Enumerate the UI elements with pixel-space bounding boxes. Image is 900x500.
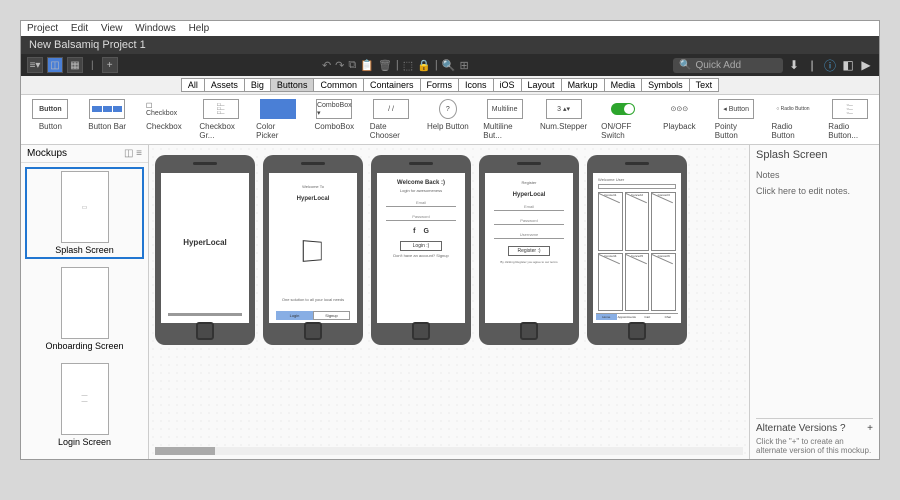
notes-hint[interactable]: Click here to edit notes. — [756, 186, 873, 196]
filter-common[interactable]: Common — [314, 78, 364, 92]
toolbar-dark: ≡▾ ◫ ▦ | + ↶ ↷ ⧉ 📋 🗑 | ⬚ 🔒 | 🔍 ⊞ 🔍Quick … — [21, 54, 879, 76]
copy-icon[interactable]: ⧉ — [348, 59, 356, 72]
mockup-phone-1[interactable]: HyperLocal — [155, 155, 255, 345]
app-window: Project Edit View Windows Help New Balsa… — [20, 20, 880, 460]
filter-containers[interactable]: Containers — [364, 78, 421, 92]
menu-edit[interactable]: Edit — [71, 23, 88, 34]
alt-versions-label: Alternate Versions ? — [756, 423, 846, 434]
sidebar-item-splash[interactable]: ▭ Splash Screen — [25, 167, 144, 259]
layout-thumb-icon[interactable]: ◫ — [47, 57, 63, 73]
help-icon[interactable]: ? — [840, 423, 846, 434]
sidebar-item-onboarding[interactable]: Onboarding Screen — [25, 263, 144, 355]
notes-label: Notes — [756, 170, 873, 180]
palette-combobox[interactable]: ComboBox ▾ComboBox — [313, 99, 356, 140]
menu-project[interactable]: Project — [27, 23, 58, 34]
group-icon[interactable]: ⬚ — [403, 59, 413, 72]
filter-markup[interactable]: Markup — [562, 78, 605, 92]
info-icon[interactable]: ⓘ — [823, 57, 837, 74]
undo-icon[interactable]: ↶ — [322, 59, 331, 72]
redo-icon[interactable]: ↷ — [335, 59, 344, 72]
palette-onoff-switch[interactable]: ON/OFF Switch — [601, 99, 644, 140]
project-title: New Balsamiq Project 1 — [21, 36, 879, 54]
alt-versions-hint: Click the "+" to create an alternate ver… — [756, 437, 873, 455]
filter-all[interactable]: All — [181, 78, 205, 92]
palette-multiline-button[interactable]: MultilineMultiline But... — [483, 99, 526, 140]
paste-icon[interactable]: 📋 — [360, 59, 374, 72]
palette-radio-group[interactable]: ○—○—○—Radio Button... — [828, 99, 871, 140]
sidebar-title: Mockups — [27, 148, 67, 159]
palette-num-stepper[interactable]: 3 ▴▾Num.Stepper — [540, 99, 587, 140]
palette-playback[interactable]: ⊙⊙⊙Playback — [658, 99, 701, 140]
search-icon[interactable]: 🔍 — [442, 59, 456, 72]
menubar: Project Edit View Windows Help — [21, 21, 879, 36]
palette-help-button[interactable]: ?Help Button — [426, 99, 469, 140]
delete-icon[interactable]: 🗑 — [378, 59, 392, 72]
sidebar-tools[interactable]: ◫ ≡ — [124, 148, 142, 159]
palette-date-chooser[interactable]: / /Date Chooser — [370, 99, 413, 140]
filter-assets[interactable]: Assets — [205, 78, 245, 92]
menu-windows[interactable]: Windows — [135, 23, 176, 34]
menu-help[interactable]: Help — [189, 23, 210, 34]
panel-icon[interactable]: ◧ — [841, 58, 855, 72]
palette-button[interactable]: ButtonButton — [29, 99, 72, 140]
selected-mockup-title: Splash Screen — [756, 149, 873, 161]
lock-icon[interactable]: 🔒 — [417, 59, 431, 72]
palette-button-bar[interactable]: Button Bar — [86, 99, 129, 140]
filter-text[interactable]: Text — [690, 78, 720, 92]
palette-radio-button[interactable]: ○ Radio ButtonRadio Button — [772, 99, 815, 140]
filter-forms[interactable]: Forms — [421, 78, 460, 92]
properties-panel: Splash Screen Notes Click here to edit n… — [749, 145, 879, 459]
filter-icons[interactable]: Icons — [459, 78, 494, 92]
filter-media[interactable]: Media — [605, 78, 643, 92]
mockup-phone-5[interactable]: Welcome User Concert1 Concert2 Concert3 … — [587, 155, 687, 345]
menu-view[interactable]: View — [101, 23, 123, 34]
mockup-phone-2[interactable]: Welcome To HyperLocal One solution to al… — [263, 155, 363, 345]
add-alternate-button[interactable]: + — [867, 423, 873, 434]
play-icon[interactable]: ▶ — [859, 58, 873, 72]
filter-ios[interactable]: iOS — [494, 78, 522, 92]
category-filter: All Assets Big Buttons Common Containers… — [21, 76, 879, 95]
palette-color-picker[interactable]: Color Picker — [256, 99, 299, 140]
filter-symbols[interactable]: Symbols — [642, 78, 690, 92]
quick-add-input[interactable]: 🔍Quick Add — [673, 58, 783, 73]
main-area: Mockups ◫ ≡ ▭ Splash Screen Onboarding S… — [21, 145, 879, 459]
horizontal-scrollbar[interactable] — [155, 447, 743, 455]
mockup-phone-3[interactable]: Welcome Back :) Login for awesomeness Em… — [371, 155, 471, 345]
palette-checkbox[interactable]: ☐ CheckboxCheckbox — [143, 99, 186, 140]
widget-palette: ButtonButton Button Bar ☐ CheckboxCheckb… — [21, 95, 879, 145]
import-icon[interactable]: ⬇ — [787, 58, 801, 72]
palette-checkbox-group[interactable]: ☐—☐—☐—Checkbox Gr... — [199, 99, 242, 140]
add-icon[interactable]: + — [102, 57, 118, 73]
layout-grid-icon[interactable]: ▦ — [67, 57, 83, 73]
canvas[interactable]: HyperLocal Welcome To HyperLocal One sol… — [149, 145, 749, 459]
zoom-icon[interactable]: ⊞ — [459, 59, 468, 72]
menu-icon[interactable]: ≡▾ — [27, 57, 43, 73]
filter-layout[interactable]: Layout — [522, 78, 562, 92]
filter-buttons[interactable]: Buttons — [271, 78, 315, 92]
sidebar-item-login[interactable]: —— Login Screen — [25, 359, 144, 451]
palette-pointy-button[interactable]: ◂ ButtonPointy Button — [715, 99, 758, 140]
mockup-phone-4[interactable]: Register HyperLocal Email Password Usern… — [479, 155, 579, 345]
filter-big[interactable]: Big — [245, 78, 271, 92]
mockups-sidebar: Mockups ◫ ≡ ▭ Splash Screen Onboarding S… — [21, 145, 149, 459]
search-icon: 🔍 — [679, 60, 691, 71]
